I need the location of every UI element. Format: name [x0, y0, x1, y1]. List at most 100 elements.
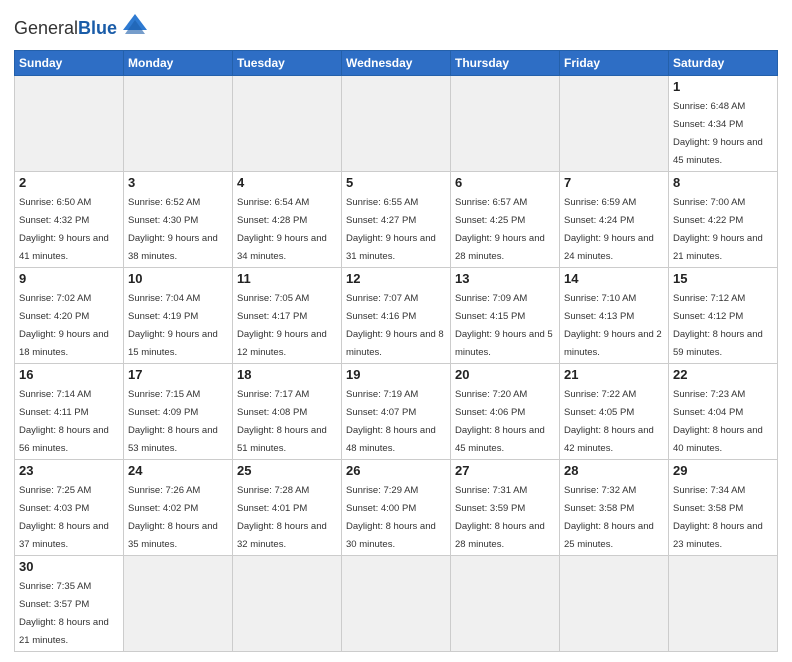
day-number: 30 [19, 559, 119, 574]
calendar-cell [233, 76, 342, 172]
day-number: 15 [673, 271, 773, 286]
logo-icon [119, 12, 151, 44]
day-number: 9 [19, 271, 119, 286]
calendar-cell [15, 76, 124, 172]
day-info: Sunrise: 6:54 AM Sunset: 4:28 PM Dayligh… [237, 197, 327, 262]
calendar-week-row: 16Sunrise: 7:14 AM Sunset: 4:11 PM Dayli… [15, 364, 778, 460]
day-info: Sunrise: 7:20 AM Sunset: 4:06 PM Dayligh… [455, 389, 545, 454]
calendar-cell: 28Sunrise: 7:32 AM Sunset: 3:58 PM Dayli… [560, 460, 669, 556]
day-info: Sunrise: 7:17 AM Sunset: 4:08 PM Dayligh… [237, 389, 327, 454]
calendar-cell: 10Sunrise: 7:04 AM Sunset: 4:19 PM Dayli… [124, 268, 233, 364]
day-info: Sunrise: 6:50 AM Sunset: 4:32 PM Dayligh… [19, 197, 109, 262]
day-number: 2 [19, 175, 119, 190]
day-info: Sunrise: 7:35 AM Sunset: 3:57 PM Dayligh… [19, 581, 109, 646]
day-number: 13 [455, 271, 555, 286]
day-number: 5 [346, 175, 446, 190]
day-number: 21 [564, 367, 664, 382]
day-number: 11 [237, 271, 337, 286]
calendar-cell [451, 556, 560, 652]
day-info: Sunrise: 6:52 AM Sunset: 4:30 PM Dayligh… [128, 197, 218, 262]
calendar-cell: 29 Sunrise: 7:34 AM Sunset: 3:58 PM Dayli… [669, 460, 778, 556]
calendar-cell: 15 Sunrise: 7:12 AM Sunset: 4:12 PM Dayli… [669, 268, 778, 364]
day-number: 26 [346, 463, 446, 478]
calendar-week-row: 9Sunrise: 7:02 AM Sunset: 4:20 PM Daylig… [15, 268, 778, 364]
calendar-cell: 24 Sunrise: 7:26 AM Sunset: 4:02 PM Dayli… [124, 460, 233, 556]
day-number: 17 [128, 367, 228, 382]
day-info: Sunrise: 7:22 AM Sunset: 4:05 PM Dayligh… [564, 389, 654, 454]
calendar-cell: 7Sunrise: 6:59 AM Sunset: 4:24 PM Daylig… [560, 172, 669, 268]
day-number: 27 [455, 463, 555, 478]
day-info: Sunrise: 7:00 AM Sunset: 4:22 PM Dayligh… [673, 197, 763, 262]
calendar-cell: 8 Sunrise: 7:00 AM Sunset: 4:22 PM Daylig… [669, 172, 778, 268]
calendar-cell: 30 Sunrise: 7:35 AM Sunset: 3:57 PM Dayli… [15, 556, 124, 652]
day-number: 19 [346, 367, 446, 382]
day-number: 8 [673, 175, 773, 190]
calendar-cell [669, 556, 778, 652]
day-number: 29 [673, 463, 773, 478]
day-info: Sunrise: 7:15 AM Sunset: 4:09 PM Dayligh… [128, 389, 218, 454]
day-info: Sunrise: 7:09 AM Sunset: 4:15 PM Dayligh… [455, 293, 553, 358]
calendar-cell: 21 Sunrise: 7:22 AM Sunset: 4:05 PM Dayli… [560, 364, 669, 460]
day-info: Sunrise: 7:34 AM Sunset: 3:58 PM Dayligh… [673, 485, 763, 550]
calendar-week-row: 23 Sunrise: 7:25 AM Sunset: 4:03 PM Dayli… [15, 460, 778, 556]
day-info: Sunrise: 7:25 AM Sunset: 4:03 PM Dayligh… [19, 485, 109, 550]
header: GeneralBlue [14, 10, 778, 44]
calendar-cell: 3 Sunrise: 6:52 AM Sunset: 4:30 PM Daylig… [124, 172, 233, 268]
calendar-cell: 27 Sunrise: 7:31 AM Sunset: 3:59 PM Dayli… [451, 460, 560, 556]
weekday-header-row: SundayMondayTuesdayWednesdayThursdayFrid… [15, 51, 778, 76]
calendar-cell: 26Sunrise: 7:29 AM Sunset: 4:00 PM Dayli… [342, 460, 451, 556]
calendar-cell: 16Sunrise: 7:14 AM Sunset: 4:11 PM Dayli… [15, 364, 124, 460]
logo: GeneralBlue [14, 14, 151, 44]
calendar-cell: 9Sunrise: 7:02 AM Sunset: 4:20 PM Daylig… [15, 268, 124, 364]
day-info: Sunrise: 7:31 AM Sunset: 3:59 PM Dayligh… [455, 485, 545, 550]
day-number: 6 [455, 175, 555, 190]
day-number: 1 [673, 79, 773, 94]
weekday-header: Saturday [669, 51, 778, 76]
calendar-week-row: 30 Sunrise: 7:35 AM Sunset: 3:57 PM Dayli… [15, 556, 778, 652]
day-info: Sunrise: 7:23 AM Sunset: 4:04 PM Dayligh… [673, 389, 763, 454]
day-number: 4 [237, 175, 337, 190]
calendar-cell: 22Sunrise: 7:23 AM Sunset: 4:04 PM Dayli… [669, 364, 778, 460]
day-info: Sunrise: 6:57 AM Sunset: 4:25 PM Dayligh… [455, 197, 545, 262]
calendar-cell: 25Sunrise: 7:28 AM Sunset: 4:01 PM Dayli… [233, 460, 342, 556]
logo-text: GeneralBlue [14, 18, 117, 38]
calendar-cell [560, 556, 669, 652]
calendar-page: GeneralBlue SundayMondayTuesdayWednesday… [0, 0, 792, 662]
calendar-cell: 13 Sunrise: 7:09 AM Sunset: 4:15 PM Dayli… [451, 268, 560, 364]
calendar-cell: 12Sunrise: 7:07 AM Sunset: 4:16 PM Dayli… [342, 268, 451, 364]
calendar-cell [124, 556, 233, 652]
weekday-header: Thursday [451, 51, 560, 76]
day-info: Sunrise: 6:59 AM Sunset: 4:24 PM Dayligh… [564, 197, 654, 262]
day-info: Sunrise: 6:48 AM Sunset: 4:34 PM Dayligh… [673, 101, 763, 166]
calendar-cell: 4 Sunrise: 6:54 AM Sunset: 4:28 PM Daylig… [233, 172, 342, 268]
day-number: 3 [128, 175, 228, 190]
day-number: 23 [19, 463, 119, 478]
calendar-cell: 17 Sunrise: 7:15 AM Sunset: 4:09 PM Dayli… [124, 364, 233, 460]
calendar-table: SundayMondayTuesdayWednesdayThursdayFrid… [14, 50, 778, 652]
day-number: 24 [128, 463, 228, 478]
day-info: Sunrise: 7:28 AM Sunset: 4:01 PM Dayligh… [237, 485, 327, 550]
day-info: Sunrise: 7:10 AM Sunset: 4:13 PM Dayligh… [564, 293, 662, 358]
weekday-header: Monday [124, 51, 233, 76]
day-info: Sunrise: 7:05 AM Sunset: 4:17 PM Dayligh… [237, 293, 327, 358]
calendar-cell [451, 76, 560, 172]
calendar-cell: 2 Sunrise: 6:50 AM Sunset: 4:32 PM Daylig… [15, 172, 124, 268]
day-number: 18 [237, 367, 337, 382]
calendar-cell: 20 Sunrise: 7:20 AM Sunset: 4:06 PM Dayli… [451, 364, 560, 460]
day-info: Sunrise: 7:07 AM Sunset: 4:16 PM Dayligh… [346, 293, 444, 358]
day-info: Sunrise: 7:12 AM Sunset: 4:12 PM Dayligh… [673, 293, 763, 358]
calendar-cell [560, 76, 669, 172]
calendar-cell [124, 76, 233, 172]
day-number: 20 [455, 367, 555, 382]
weekday-header: Tuesday [233, 51, 342, 76]
calendar-cell [342, 76, 451, 172]
day-info: Sunrise: 7:04 AM Sunset: 4:19 PM Dayligh… [128, 293, 218, 358]
calendar-cell: 18 Sunrise: 7:17 AM Sunset: 4:08 PM Dayli… [233, 364, 342, 460]
weekday-header: Friday [560, 51, 669, 76]
day-number: 16 [19, 367, 119, 382]
day-info: Sunrise: 7:32 AM Sunset: 3:58 PM Dayligh… [564, 485, 654, 550]
calendar-cell: 11 Sunrise: 7:05 AM Sunset: 4:17 PM Dayli… [233, 268, 342, 364]
calendar-cell: 23 Sunrise: 7:25 AM Sunset: 4:03 PM Dayli… [15, 460, 124, 556]
day-info: Sunrise: 7:26 AM Sunset: 4:02 PM Dayligh… [128, 485, 218, 550]
calendar-cell: 5Sunrise: 6:55 AM Sunset: 4:27 PM Daylig… [342, 172, 451, 268]
